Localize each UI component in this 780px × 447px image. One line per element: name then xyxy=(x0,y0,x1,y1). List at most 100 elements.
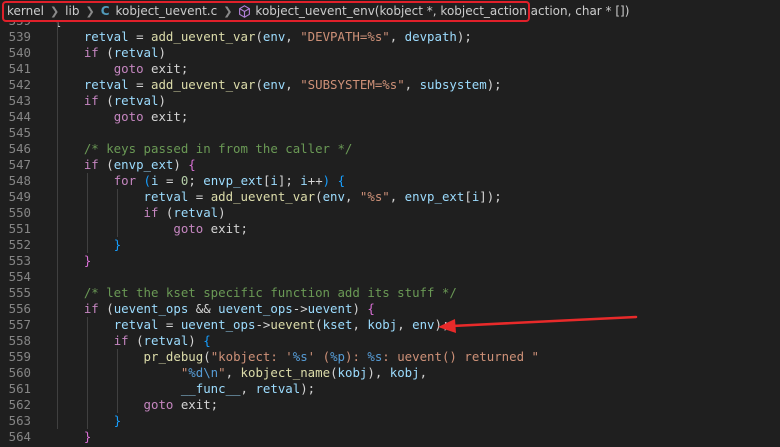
code-token: kobj xyxy=(389,365,420,380)
code-token: ( xyxy=(203,349,211,364)
code-token: = xyxy=(188,189,211,204)
code-token: exit; xyxy=(173,397,219,412)
code-token: , xyxy=(285,29,301,44)
code-line: 563 } xyxy=(0,413,780,429)
code-token: retval xyxy=(83,29,129,44)
line-number: 549 xyxy=(8,189,31,204)
line-number: 550 xyxy=(8,205,31,220)
breadcrumb: kernel ❯ lib ❯ C kobject_uevent.c ❯ kobj… xyxy=(0,0,780,22)
code-text: goto exit; xyxy=(54,109,189,125)
code-token: " xyxy=(218,365,226,380)
line-number: 557 xyxy=(8,317,31,332)
code-token: } xyxy=(113,237,122,252)
code-token: uevent_ops xyxy=(180,317,256,332)
code-token: if xyxy=(83,157,99,172)
code-token: ; xyxy=(188,173,204,188)
code-token: ); xyxy=(434,317,450,332)
code-text: retval = add_uevent_var(env, "DEVPATH=%s… xyxy=(54,29,472,45)
code-token: ]; xyxy=(277,173,301,188)
code-token: %d xyxy=(188,365,204,380)
code-token: goto xyxy=(113,61,144,76)
code-token: ); xyxy=(486,77,502,92)
chevron-right-icon: ❯ xyxy=(49,4,60,18)
code-line: 556 if (uevent_ops && uevent_ops->uevent… xyxy=(0,301,780,317)
code-token: ( xyxy=(330,365,338,380)
code-token: && xyxy=(188,301,219,316)
code-token: devpath xyxy=(404,29,457,44)
line-number: 546 xyxy=(8,141,31,156)
line-number: 563 xyxy=(8,413,31,428)
code-token: ( xyxy=(98,301,114,316)
code-token: = xyxy=(158,173,181,188)
code-token: } xyxy=(113,413,122,428)
code-text: __func__, retval); xyxy=(54,381,315,397)
code-line: 540 if (retval) xyxy=(0,45,780,61)
code-token: { xyxy=(203,333,211,348)
code-token: ( xyxy=(128,333,144,348)
code-token: ) xyxy=(158,93,166,108)
code-line: 543 if (retval) xyxy=(0,93,780,109)
code-token: , xyxy=(397,317,413,332)
code-text: if (uevent_ops && uevent_ops->uevent) { xyxy=(54,301,375,317)
code-token: = xyxy=(128,29,151,44)
code-token: env xyxy=(262,77,286,92)
code-line: 547 if (envp_ext) { xyxy=(0,157,780,173)
breadcrumb-item-function[interactable]: kobject_uevent_env(kobject *, kobject_ac… xyxy=(255,4,629,18)
line-number: 548 xyxy=(8,173,31,188)
code-token: ) xyxy=(173,157,189,172)
code-token: "kobject: ' xyxy=(210,349,293,364)
code-token: , xyxy=(352,317,368,332)
code-editor[interactable]: 559{539 retval = add_uevent_var(env, "DE… xyxy=(0,22,780,447)
code-token: ( xyxy=(143,173,152,188)
code-text: for (i = 0; envp_ext[i]; i++) { xyxy=(54,173,345,189)
code-token: ) xyxy=(188,333,204,348)
code-token: retval xyxy=(113,93,159,108)
code-token: ' ( xyxy=(307,349,331,364)
breadcrumb-item-lib[interactable]: lib xyxy=(65,4,79,18)
code-token: \n xyxy=(203,365,219,380)
code-token: : uevent() returned " xyxy=(382,349,539,364)
code-token: , xyxy=(225,365,241,380)
code-text: if (retval) xyxy=(54,45,166,61)
code-line: 557 retval = uevent_ops->uevent(kset, ko… xyxy=(0,317,780,333)
code-token: -> xyxy=(292,301,308,316)
code-token: uevent_ops xyxy=(218,301,293,316)
code-line: 564 } xyxy=(0,429,780,445)
code-token: goto xyxy=(113,109,144,124)
line-number: 540 xyxy=(8,45,31,60)
code-token: [ xyxy=(464,189,472,204)
breadcrumb-item-kernel[interactable]: kernel xyxy=(7,4,44,18)
code-token: , xyxy=(419,365,428,380)
code-token: env xyxy=(322,189,345,204)
code-token: envp_ext xyxy=(203,173,263,188)
line-number: 541 xyxy=(8,61,31,76)
line-number: 559 xyxy=(0,22,31,29)
indent-guide xyxy=(117,349,118,413)
code-token: kobj xyxy=(367,317,398,332)
code-token: ( xyxy=(158,205,174,220)
line-number: 555 xyxy=(8,285,31,300)
code-text: goto exit; xyxy=(54,221,248,237)
breadcrumb-item-file[interactable]: kobject_uevent.c xyxy=(116,4,218,18)
c-file-icon: C xyxy=(100,4,110,18)
code-token: ++ xyxy=(307,173,323,188)
code-token: exit; xyxy=(203,221,248,236)
code-token: ]); xyxy=(479,189,502,204)
code-text: } xyxy=(54,429,91,445)
code-token: "DEVPATH=%s" xyxy=(300,29,390,44)
code-token: , xyxy=(389,29,405,44)
line-number: 559 xyxy=(8,349,31,364)
code-token: { xyxy=(367,301,375,316)
